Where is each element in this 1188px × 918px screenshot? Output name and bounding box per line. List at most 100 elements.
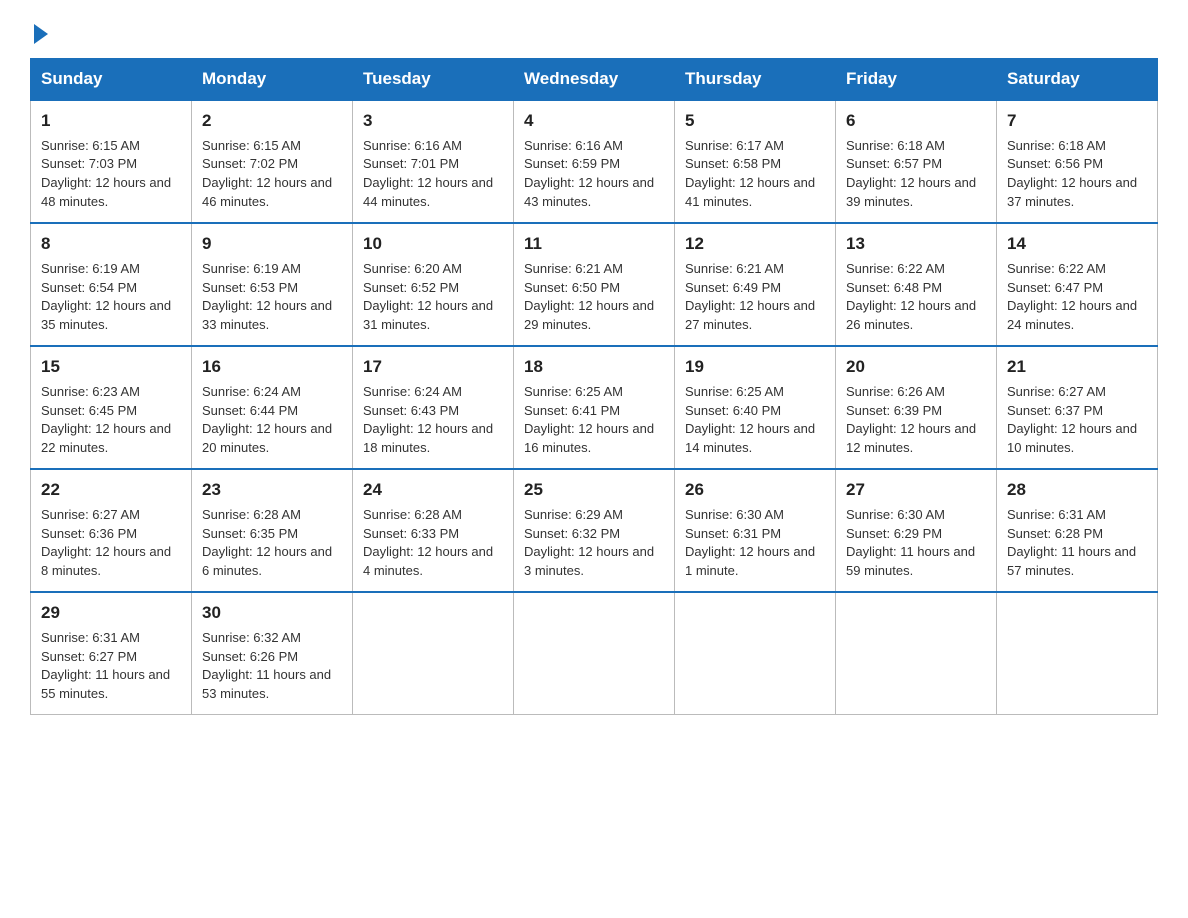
day-number: 13 — [846, 232, 986, 257]
day-number: 2 — [202, 109, 342, 134]
calendar-header-tuesday: Tuesday — [353, 59, 514, 101]
calendar-day-cell: 21 Sunrise: 6:27 AM Sunset: 6:37 PM Dayl… — [997, 346, 1158, 469]
calendar-table: SundayMondayTuesdayWednesdayThursdayFrid… — [30, 58, 1158, 715]
calendar-day-cell: 7 Sunrise: 6:18 AM Sunset: 6:56 PM Dayli… — [997, 100, 1158, 223]
calendar-empty-cell — [836, 592, 997, 715]
calendar-week-row: 29 Sunrise: 6:31 AM Sunset: 6:27 PM Dayl… — [31, 592, 1158, 715]
calendar-empty-cell — [353, 592, 514, 715]
calendar-day-cell: 30 Sunrise: 6:32 AM Sunset: 6:26 PM Dayl… — [192, 592, 353, 715]
day-info: Sunrise: 6:18 AM Sunset: 6:57 PM Dayligh… — [846, 137, 986, 212]
calendar-day-cell: 28 Sunrise: 6:31 AM Sunset: 6:28 PM Dayl… — [997, 469, 1158, 592]
calendar-week-row: 8 Sunrise: 6:19 AM Sunset: 6:54 PM Dayli… — [31, 223, 1158, 346]
day-number: 3 — [363, 109, 503, 134]
page-header — [30, 20, 1158, 40]
day-info: Sunrise: 6:16 AM Sunset: 7:01 PM Dayligh… — [363, 137, 503, 212]
calendar-header-friday: Friday — [836, 59, 997, 101]
day-info: Sunrise: 6:32 AM Sunset: 6:26 PM Dayligh… — [202, 629, 342, 704]
day-info: Sunrise: 6:15 AM Sunset: 7:02 PM Dayligh… — [202, 137, 342, 212]
day-info: Sunrise: 6:31 AM Sunset: 6:28 PM Dayligh… — [1007, 506, 1147, 581]
day-info: Sunrise: 6:30 AM Sunset: 6:31 PM Dayligh… — [685, 506, 825, 581]
day-info: Sunrise: 6:27 AM Sunset: 6:37 PM Dayligh… — [1007, 383, 1147, 458]
calendar-empty-cell — [997, 592, 1158, 715]
day-info: Sunrise: 6:29 AM Sunset: 6:32 PM Dayligh… — [524, 506, 664, 581]
calendar-day-cell: 11 Sunrise: 6:21 AM Sunset: 6:50 PM Dayl… — [514, 223, 675, 346]
day-info: Sunrise: 6:15 AM Sunset: 7:03 PM Dayligh… — [41, 137, 181, 212]
day-number: 6 — [846, 109, 986, 134]
calendar-empty-cell — [514, 592, 675, 715]
day-number: 17 — [363, 355, 503, 380]
day-info: Sunrise: 6:26 AM Sunset: 6:39 PM Dayligh… — [846, 383, 986, 458]
day-number: 23 — [202, 478, 342, 503]
calendar-day-cell: 17 Sunrise: 6:24 AM Sunset: 6:43 PM Dayl… — [353, 346, 514, 469]
day-info: Sunrise: 6:21 AM Sunset: 6:50 PM Dayligh… — [524, 260, 664, 335]
calendar-day-cell: 15 Sunrise: 6:23 AM Sunset: 6:45 PM Dayl… — [31, 346, 192, 469]
calendar-day-cell: 29 Sunrise: 6:31 AM Sunset: 6:27 PM Dayl… — [31, 592, 192, 715]
calendar-day-cell: 26 Sunrise: 6:30 AM Sunset: 6:31 PM Dayl… — [675, 469, 836, 592]
day-info: Sunrise: 6:31 AM Sunset: 6:27 PM Dayligh… — [41, 629, 181, 704]
day-info: Sunrise: 6:22 AM Sunset: 6:47 PM Dayligh… — [1007, 260, 1147, 335]
day-number: 9 — [202, 232, 342, 257]
calendar-day-cell: 12 Sunrise: 6:21 AM Sunset: 6:49 PM Dayl… — [675, 223, 836, 346]
calendar-header-monday: Monday — [192, 59, 353, 101]
calendar-week-row: 22 Sunrise: 6:27 AM Sunset: 6:36 PM Dayl… — [31, 469, 1158, 592]
day-number: 8 — [41, 232, 181, 257]
calendar-header-row: SundayMondayTuesdayWednesdayThursdayFrid… — [31, 59, 1158, 101]
day-number: 1 — [41, 109, 181, 134]
day-number: 21 — [1007, 355, 1147, 380]
calendar-day-cell: 9 Sunrise: 6:19 AM Sunset: 6:53 PM Dayli… — [192, 223, 353, 346]
calendar-day-cell: 18 Sunrise: 6:25 AM Sunset: 6:41 PM Dayl… — [514, 346, 675, 469]
calendar-week-row: 15 Sunrise: 6:23 AM Sunset: 6:45 PM Dayl… — [31, 346, 1158, 469]
calendar-day-cell: 16 Sunrise: 6:24 AM Sunset: 6:44 PM Dayl… — [192, 346, 353, 469]
day-number: 26 — [685, 478, 825, 503]
calendar-header-saturday: Saturday — [997, 59, 1158, 101]
day-number: 20 — [846, 355, 986, 380]
day-info: Sunrise: 6:17 AM Sunset: 6:58 PM Dayligh… — [685, 137, 825, 212]
calendar-day-cell: 4 Sunrise: 6:16 AM Sunset: 6:59 PM Dayli… — [514, 100, 675, 223]
calendar-day-cell: 6 Sunrise: 6:18 AM Sunset: 6:57 PM Dayli… — [836, 100, 997, 223]
day-number: 22 — [41, 478, 181, 503]
calendar-day-cell: 3 Sunrise: 6:16 AM Sunset: 7:01 PM Dayli… — [353, 100, 514, 223]
calendar-day-cell: 2 Sunrise: 6:15 AM Sunset: 7:02 PM Dayli… — [192, 100, 353, 223]
day-info: Sunrise: 6:21 AM Sunset: 6:49 PM Dayligh… — [685, 260, 825, 335]
calendar-day-cell: 25 Sunrise: 6:29 AM Sunset: 6:32 PM Dayl… — [514, 469, 675, 592]
day-info: Sunrise: 6:25 AM Sunset: 6:41 PM Dayligh… — [524, 383, 664, 458]
logo — [30, 20, 48, 40]
day-info: Sunrise: 6:23 AM Sunset: 6:45 PM Dayligh… — [41, 383, 181, 458]
calendar-day-cell: 1 Sunrise: 6:15 AM Sunset: 7:03 PM Dayli… — [31, 100, 192, 223]
day-info: Sunrise: 6:20 AM Sunset: 6:52 PM Dayligh… — [363, 260, 503, 335]
day-number: 4 — [524, 109, 664, 134]
day-number: 7 — [1007, 109, 1147, 134]
day-info: Sunrise: 6:28 AM Sunset: 6:35 PM Dayligh… — [202, 506, 342, 581]
day-number: 14 — [1007, 232, 1147, 257]
day-info: Sunrise: 6:27 AM Sunset: 6:36 PM Dayligh… — [41, 506, 181, 581]
calendar-day-cell: 22 Sunrise: 6:27 AM Sunset: 6:36 PM Dayl… — [31, 469, 192, 592]
day-info: Sunrise: 6:24 AM Sunset: 6:44 PM Dayligh… — [202, 383, 342, 458]
calendar-week-row: 1 Sunrise: 6:15 AM Sunset: 7:03 PM Dayli… — [31, 100, 1158, 223]
day-info: Sunrise: 6:18 AM Sunset: 6:56 PM Dayligh… — [1007, 137, 1147, 212]
calendar-header-thursday: Thursday — [675, 59, 836, 101]
calendar-day-cell: 20 Sunrise: 6:26 AM Sunset: 6:39 PM Dayl… — [836, 346, 997, 469]
day-number: 25 — [524, 478, 664, 503]
day-number: 29 — [41, 601, 181, 626]
day-number: 19 — [685, 355, 825, 380]
day-number: 11 — [524, 232, 664, 257]
day-number: 12 — [685, 232, 825, 257]
day-info: Sunrise: 6:19 AM Sunset: 6:54 PM Dayligh… — [41, 260, 181, 335]
day-number: 30 — [202, 601, 342, 626]
calendar-header-sunday: Sunday — [31, 59, 192, 101]
day-number: 5 — [685, 109, 825, 134]
day-info: Sunrise: 6:19 AM Sunset: 6:53 PM Dayligh… — [202, 260, 342, 335]
day-number: 24 — [363, 478, 503, 503]
calendar-header-wednesday: Wednesday — [514, 59, 675, 101]
day-info: Sunrise: 6:24 AM Sunset: 6:43 PM Dayligh… — [363, 383, 503, 458]
day-number: 28 — [1007, 478, 1147, 503]
calendar-day-cell: 27 Sunrise: 6:30 AM Sunset: 6:29 PM Dayl… — [836, 469, 997, 592]
calendar-empty-cell — [675, 592, 836, 715]
calendar-day-cell: 23 Sunrise: 6:28 AM Sunset: 6:35 PM Dayl… — [192, 469, 353, 592]
calendar-day-cell: 10 Sunrise: 6:20 AM Sunset: 6:52 PM Dayl… — [353, 223, 514, 346]
day-number: 10 — [363, 232, 503, 257]
calendar-day-cell: 13 Sunrise: 6:22 AM Sunset: 6:48 PM Dayl… — [836, 223, 997, 346]
calendar-day-cell: 19 Sunrise: 6:25 AM Sunset: 6:40 PM Dayl… — [675, 346, 836, 469]
day-number: 27 — [846, 478, 986, 503]
day-info: Sunrise: 6:25 AM Sunset: 6:40 PM Dayligh… — [685, 383, 825, 458]
